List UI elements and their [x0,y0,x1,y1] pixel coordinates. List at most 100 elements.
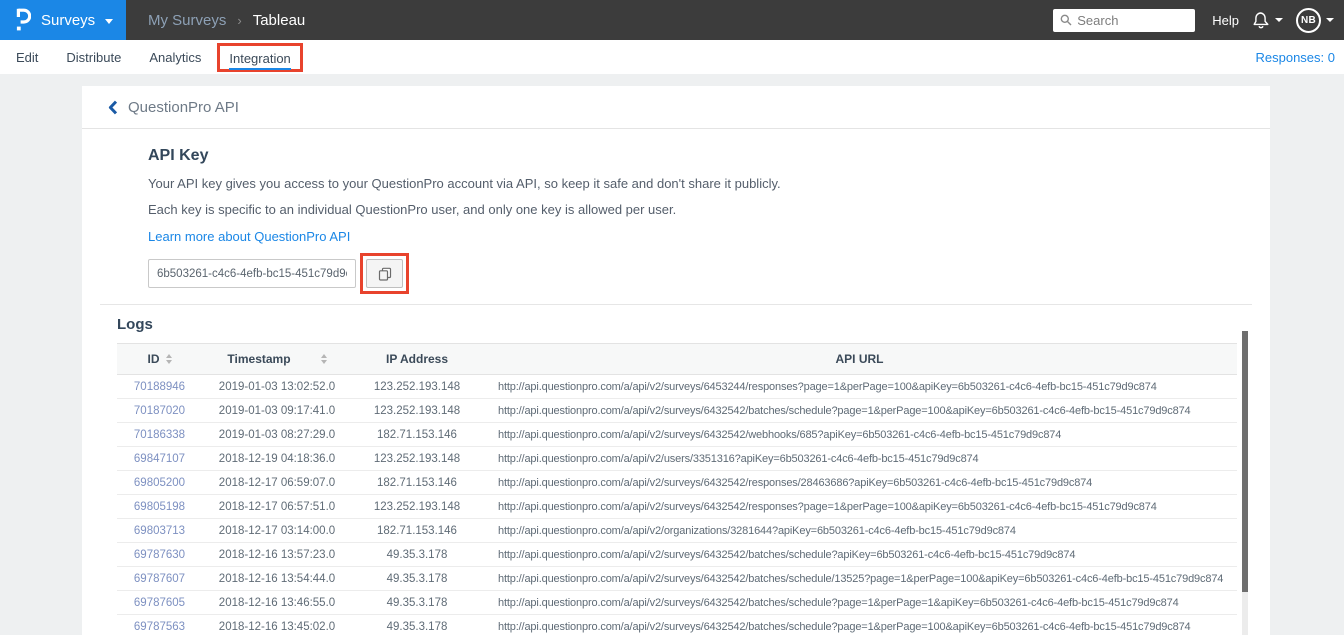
log-id: 69787630 [133,548,186,561]
log-timestamp: 2019-01-03 13:02:52.0 [218,380,336,393]
log-timestamp: 2019-01-03 08:27:29.0 [218,428,336,441]
copy-icon [378,267,392,281]
log-ip: 49.35.3.178 [386,548,448,561]
surveys-product-menu[interactable]: Surveys [0,0,126,40]
table-row: 69805198 2018-12-17 06:57:51.0 123.252.193… [117,495,1237,519]
api-key-title: API Key [148,147,209,164]
log-ip: 123.252.193.148 [373,380,461,393]
logs-table-header: ID Timestamp IP Address API URL [117,343,1237,375]
log-api-url: http://api.questionpro.com/a/api/v2/surv… [498,404,1191,417]
top-navbar: Surveys My Surveys › Tableau Help [0,0,1344,40]
log-ip: 182.71.153.146 [377,428,457,441]
avatar: NB [1296,7,1321,33]
search-input[interactable] [1077,12,1189,28]
column-header-id[interactable]: ID [117,352,202,366]
notifications-menu[interactable] [1252,11,1283,30]
product-menu-label: Surveys [41,11,96,29]
api-key-section: API Key Your API key gives you access to… [82,129,1270,294]
sort-icon[interactable] [165,354,172,364]
breadcrumb-my-surveys[interactable]: My Surveys [148,12,226,29]
api-key-row [148,253,1270,294]
tab-distribute[interactable]: Distribute [66,50,121,65]
account-menu[interactable]: NB [1296,7,1334,33]
log-timestamp: 2018-12-16 13:45:02.0 [218,620,336,633]
sort-icon[interactable] [320,354,327,364]
chevron-down-icon [1275,18,1283,22]
log-id: 69787563 [133,620,186,633]
log-ip: 123.252.193.148 [373,404,461,417]
chevron-left-icon [108,100,118,115]
table-row: 69803713 2018-12-17 03:14:00.0 182.71.153.… [117,519,1237,543]
search-box [1053,8,1196,32]
log-id: 70186338 [133,428,186,441]
annotation-box-integration: Integration [217,42,303,72]
log-ip: 182.71.153.146 [377,476,457,489]
log-timestamp: 2018-12-16 13:57:23.0 [218,548,336,561]
log-api-url: http://api.questionpro.com/a/api/v2/surv… [498,620,1191,633]
column-header-ip-label: IP Address [385,352,449,366]
breadcrumb-current-survey: Tableau [252,11,306,29]
table-row: 69805200 2018-12-17 06:59:07.0 182.71.153.… [117,471,1237,495]
log-timestamp: 2018-12-19 04:18:36.0 [218,452,336,465]
api-key-description-1: Your API key gives you access to your Qu… [148,176,781,191]
log-id: 69805198 [133,500,186,513]
log-id: 69803713 [133,524,186,537]
column-header-api-url: API URL [482,352,1237,366]
log-api-url: http://api.questionpro.com/a/api/v2/surv… [498,548,1076,561]
log-timestamp: 2018-12-17 06:57:51.0 [218,500,336,513]
log-ip: 123.252.193.148 [373,452,461,465]
breadcrumb-separator: › [237,12,242,28]
api-key-description-2: Each key is specific to an individual Qu… [148,202,677,217]
column-header-id-label: ID [147,352,160,366]
log-timestamp: 2018-12-17 03:14:00.0 [218,524,336,537]
column-header-api-url-label: API URL [835,352,884,366]
table-row: 70186338 2019-01-03 08:27:29.0 182.71.153.… [117,423,1237,447]
questionpro-logo-icon [15,8,31,32]
logs-section: Logs ID Timestamp IP Address API URL 701… [82,316,1270,635]
log-api-url: http://api.questionpro.com/a/api/v2/surv… [498,428,1062,441]
log-api-url: http://api.questionpro.com/a/api/v2/surv… [498,596,1179,609]
help-link[interactable]: Help [1212,13,1239,28]
log-table-body: 70188946 2019-01-03 13:02:52.0 123.252.193… [117,375,1237,635]
log-id: 69847107 [133,452,186,465]
log-api-url: http://api.questionpro.com/a/api/v2/user… [498,452,979,465]
log-ip: 49.35.3.178 [386,572,448,585]
log-timestamp: 2018-12-17 06:59:07.0 [218,476,336,489]
log-timestamp: 2019-01-03 09:17:41.0 [218,404,336,417]
log-ip: 182.71.153.146 [377,524,457,537]
tab-analytics[interactable]: Analytics [149,50,201,65]
log-id: 70187020 [133,404,186,417]
table-row: 69847107 2018-12-19 04:18:36.0 123.252.193… [117,447,1237,471]
api-key-input[interactable] [148,259,356,288]
log-ip: 123.252.193.148 [373,500,461,513]
log-api-url: http://api.questionpro.com/a/api/v2/surv… [498,572,1224,585]
learn-more-link[interactable]: Learn more about QuestionPro API [148,229,350,244]
log-timestamp: 2018-12-16 13:54:44.0 [218,572,336,585]
table-row: 69787563 2018-12-16 13:45:02.0 49.35.3.178… [117,615,1237,635]
back-link-label: QuestionPro API [128,99,239,116]
bell-icon [1252,11,1270,30]
log-id: 69787607 [133,572,186,585]
column-header-ip-address: IP Address [352,352,482,366]
table-row: 69787607 2018-12-16 13:54:44.0 49.35.3.178… [117,567,1237,591]
column-header-timestamp-label: Timestamp [227,352,291,366]
back-link-questionpro-api[interactable]: QuestionPro API [82,86,265,129]
search-icon [1060,14,1072,26]
log-id: 70188946 [133,380,186,393]
copy-api-key-button[interactable] [366,259,403,288]
scrollbar-thumb[interactable] [1242,331,1248,592]
log-ip: 49.35.3.178 [386,596,448,609]
chevron-down-icon [105,18,114,24]
chevron-down-icon [1326,18,1334,22]
tab-edit[interactable]: Edit [16,50,38,65]
log-ip: 49.35.3.178 [386,620,448,633]
log-id: 69805200 [133,476,186,489]
topbar-right: Help NB [1053,0,1344,40]
table-row: 69787605 2018-12-16 13:46:55.0 49.35.3.178… [117,591,1237,615]
tab-integration[interactable]: Integration [229,50,291,70]
column-header-timestamp[interactable]: Timestamp [202,352,352,366]
breadcrumb: My Surveys › Tableau [148,0,305,40]
divider [100,304,1252,305]
survey-tab-bar: Edit Distribute Analytics Integration Re… [0,40,1344,74]
log-timestamp: 2018-12-16 13:46:55.0 [218,596,336,609]
